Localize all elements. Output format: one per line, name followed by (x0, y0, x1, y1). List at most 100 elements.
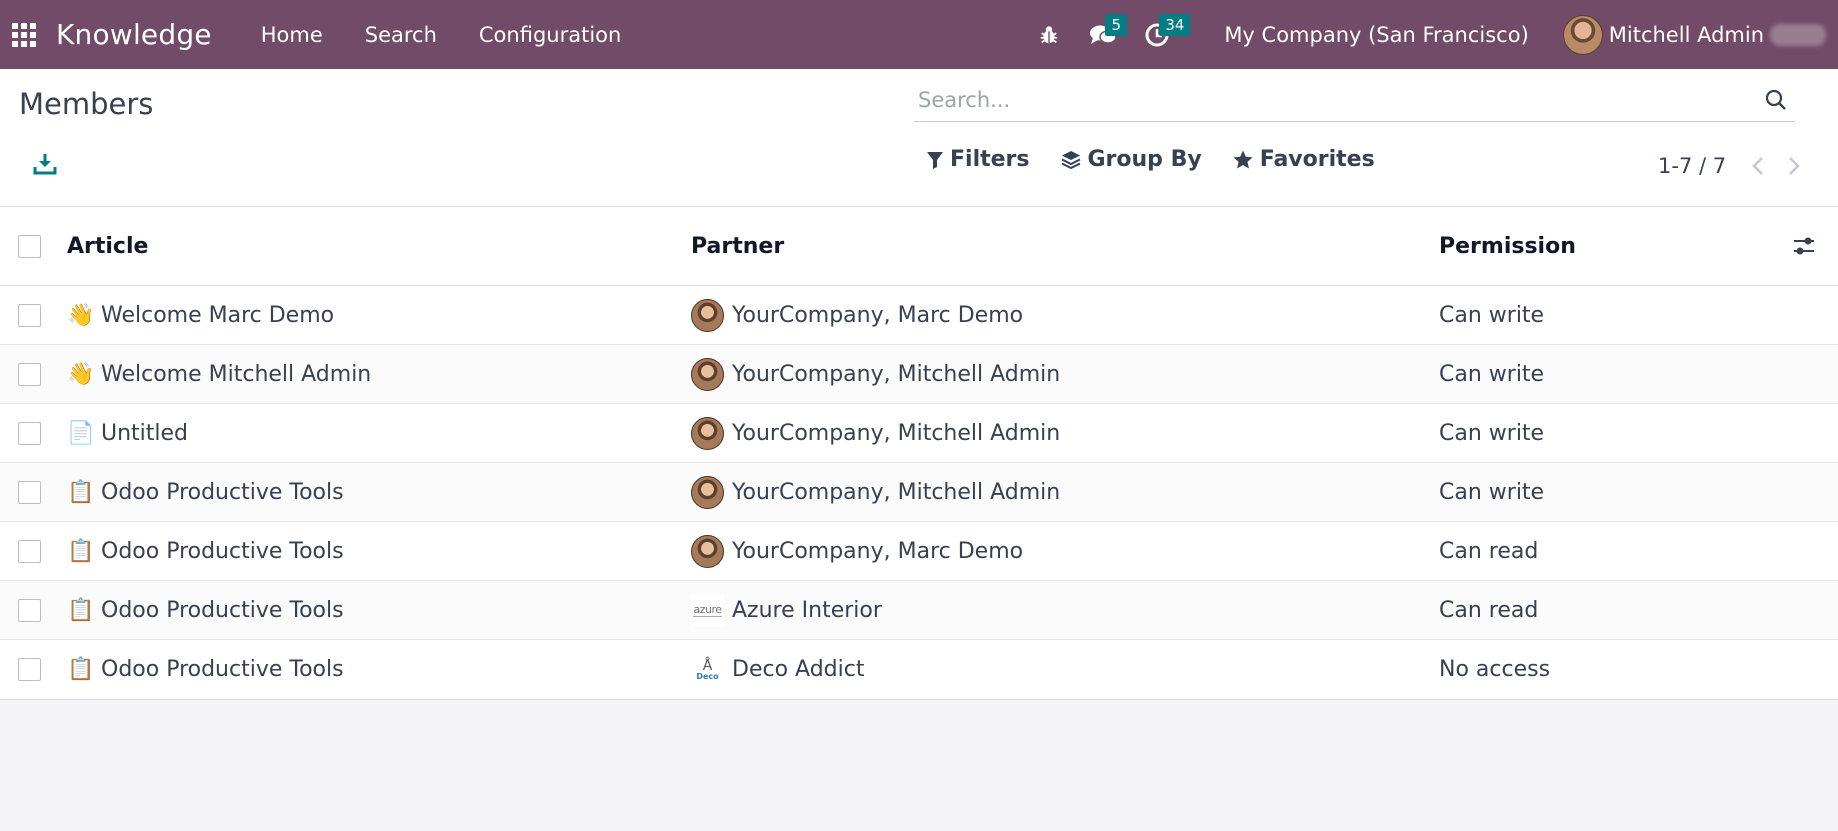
article-cell[interactable]: 📋 Odoo Productive Tools (67, 478, 343, 506)
article-emoji-icon: 📋 (67, 657, 95, 682)
partner-avatar (691, 357, 724, 391)
table-row[interactable]: 📄 Untitled YourCompany, Mitchell Admin Can … (0, 404, 1838, 463)
partner-cell[interactable]: Å Deco Deco Addict (691, 653, 864, 686)
table-row[interactable]: 👋 Welcome Mitchell Admin YourCompany, Mitc… (0, 345, 1838, 404)
search-bar (914, 79, 1795, 122)
apps-menu-icon[interactable] (0, 0, 48, 69)
row-checkbox[interactable] (18, 539, 41, 563)
filters-label: Filters (950, 147, 1030, 172)
partner-name: YourCompany, Mitchell Admin (732, 420, 1061, 446)
table-row[interactable]: 👋 Welcome Marc Demo YourCompany, Marc Demo… (0, 286, 1838, 345)
search-options: Filters Group By Favorites (926, 147, 1405, 172)
user-name: Mitchell Admin (1608, 22, 1764, 47)
article-emoji-icon: 📋 (67, 538, 95, 564)
column-header-permission[interactable]: Permission (1439, 234, 1576, 259)
column-header-article[interactable]: Article (67, 234, 148, 259)
row-checkbox[interactable] (18, 598, 41, 622)
partner-cell[interactable]: YourCompany, Mitchell Admin (691, 357, 1061, 391)
group-by-button[interactable]: Group By (1060, 147, 1202, 172)
article-cell[interactable]: 📋 Odoo Productive Tools (67, 537, 344, 565)
row-checkbox[interactable] (18, 303, 41, 327)
row-checkbox[interactable] (18, 421, 41, 445)
permission-cell[interactable]: Can write (1439, 362, 1544, 387)
article-name: Odoo Productive Tools (101, 538, 344, 564)
article-cell[interactable]: 📋 Odoo Productive Tools (67, 596, 344, 624)
star-icon (1233, 150, 1253, 168)
menu-search[interactable]: Search (344, 23, 458, 47)
partner-name: YourCompany, Mitchell Admin (732, 479, 1061, 505)
messages-chat-icon[interactable]: 5 (1076, 0, 1130, 69)
table-row[interactable]: 📋 Odoo Productive Tools azure Azure Interio… (0, 581, 1838, 640)
azure-interior-logo-icon: azure (691, 593, 724, 627)
partner-cell[interactable]: YourCompany, Marc Demo (691, 534, 1024, 568)
permission-cell[interactable]: Can read (1439, 598, 1538, 623)
row-checkbox[interactable] (18, 658, 41, 681)
article-cell[interactable]: 📋 Odoo Productive Tools (67, 656, 344, 684)
partner-name: YourCompany, Marc Demo (732, 538, 1024, 564)
deco-addict-logo-icon: Å Deco (691, 653, 724, 686)
members-list: Article Partner Permission 👋 Welcome Marc… (0, 207, 1838, 700)
permission-cell[interactable]: Can write (1439, 421, 1544, 446)
messages-count-badge: 5 (1105, 14, 1128, 36)
permission-cell[interactable]: Can write (1439, 480, 1544, 505)
table-row[interactable]: 📋 Odoo Productive Tools Å Deco Deco Addict No… (0, 640, 1838, 699)
debug-bug-icon[interactable] (1022, 0, 1076, 69)
partner-name: YourCompany, Mitchell Admin (732, 361, 1061, 387)
row-checkbox[interactable] (18, 362, 41, 386)
pager-value[interactable]: 1-7 / 7 (1658, 154, 1726, 178)
article-name: Odoo Productive Tools (101, 597, 344, 623)
article-name: Untitled (101, 420, 189, 446)
article-name: Odoo Productive Tools (101, 657, 344, 682)
user-menu[interactable]: Mitchell Admin (1562, 14, 1826, 55)
partner-cell[interactable]: YourCompany, Mitchell Admin (691, 416, 1061, 450)
partner-cell[interactable]: YourCompany, Marc Demo (691, 298, 1024, 332)
row-checkbox[interactable] (18, 480, 41, 504)
article-emoji-icon: 📋 (67, 597, 95, 623)
database-name-blurred (1770, 23, 1826, 46)
group-by-label: Group By (1087, 147, 1202, 172)
permission-cell[interactable]: Can read (1439, 539, 1538, 564)
partner-name: Azure Interior (732, 597, 882, 623)
article-cell[interactable]: 👋 Welcome Mitchell Admin (67, 360, 371, 388)
pager-next-icon[interactable] (1776, 151, 1812, 181)
permission-cell[interactable]: Can write (1439, 303, 1544, 328)
partner-cell[interactable]: azure Azure Interior (691, 593, 882, 627)
article-name: Welcome Marc Demo (101, 302, 335, 328)
menu-configuration[interactable]: Configuration (458, 23, 642, 47)
article-emoji-icon: 👋 (67, 302, 95, 328)
search-icon[interactable] (1761, 85, 1791, 115)
control-panel: Members Filters Group By Favorites 1-7 /… (0, 69, 1838, 207)
search-input[interactable] (914, 88, 1761, 112)
table-row[interactable]: 📋 Odoo Productive Tools YourCompany, Mitch… (0, 463, 1838, 522)
table-row[interactable]: 📋 Odoo Productive Tools YourCompany, Marc … (0, 522, 1838, 581)
partner-cell[interactable]: YourCompany, Mitchell Admin (691, 475, 1061, 509)
select-all-checkbox[interactable] (18, 234, 41, 258)
article-emoji-icon: 📄 (67, 420, 95, 446)
partner-avatar (691, 475, 724, 509)
page-title: Members (19, 87, 154, 121)
pager: 1-7 / 7 (1658, 151, 1812, 181)
partner-name: Deco Addict (732, 657, 865, 682)
article-cell[interactable]: 👋 Welcome Marc Demo (67, 301, 334, 329)
permission-cell[interactable]: No access (1439, 657, 1550, 682)
partner-name: YourCompany, Marc Demo (732, 302, 1024, 328)
article-emoji-icon: 📋 (67, 479, 95, 505)
pager-previous-icon[interactable] (1740, 151, 1776, 181)
favorites-button[interactable]: Favorites (1232, 147, 1375, 172)
article-emoji-icon: 👋 (67, 361, 95, 387)
export-download-icon[interactable] (30, 149, 60, 179)
filters-button[interactable]: Filters (926, 147, 1030, 172)
company-switcher[interactable]: My Company (San Francisco) (1224, 23, 1528, 47)
partner-avatar (691, 416, 724, 450)
activities-clock-icon[interactable]: 34 (1130, 0, 1191, 69)
optional-columns-sliders-icon[interactable] (1790, 232, 1818, 260)
filter-icon (927, 151, 943, 169)
user-avatar (1562, 14, 1603, 55)
column-header-partner[interactable]: Partner (691, 234, 784, 259)
menu-home[interactable]: Home (240, 23, 344, 47)
article-cell[interactable]: 📄 Untitled (67, 419, 188, 447)
favorites-label: Favorites (1259, 147, 1375, 172)
partner-avatar (691, 298, 724, 332)
list-header: Article Partner Permission (0, 207, 1838, 286)
app-brand[interactable]: Knowledge (56, 18, 212, 51)
